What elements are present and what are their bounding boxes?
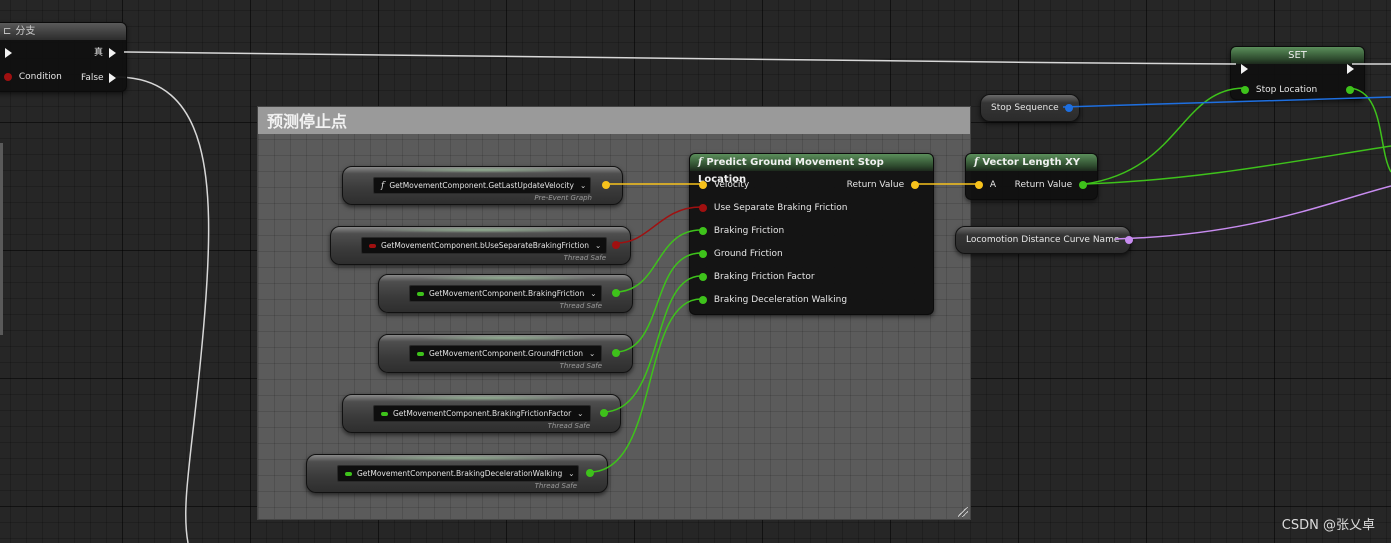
wire-stop-sequence [1062,96,1391,108]
wire-deceleration [589,298,702,473]
wire-braking-factor [602,275,702,413]
exec-wire-true [123,51,1237,65]
wire-curve-name [1114,185,1391,240]
wire-length-out [1084,145,1391,185]
watermark: CSDN @张乂卓 [1281,518,1375,533]
wire-set-out [1348,87,1391,173]
wire-use-separate [616,206,702,244]
wire-braking-friction [614,229,702,293]
wire-layer [123,51,1391,473]
